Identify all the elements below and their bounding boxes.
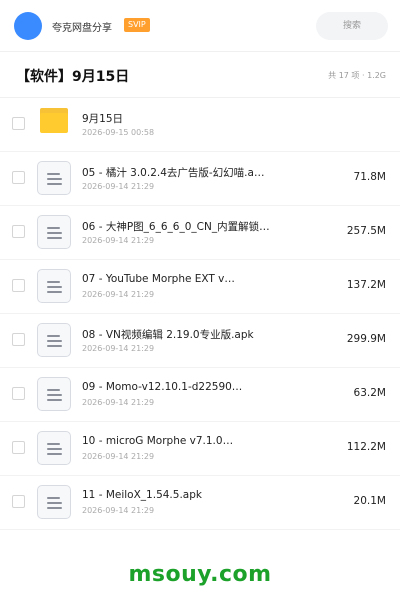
- item-date: 2026-09-14 21:29: [82, 452, 155, 461]
- watermark-text: msouy.com: [128, 562, 272, 587]
- item-size: 112.2M: [346, 441, 386, 453]
- list-item[interactable]: 10 - microG Morphe v7.1.0… 2026-09-14 21…: [0, 422, 400, 476]
- item-name: 10 - microG Morphe v7.1.0…: [82, 435, 234, 447]
- item-size: 20.1M: [353, 495, 386, 507]
- list-item[interactable]: 05 - 橘汁 3.0.2.4去广告版-幻幻喵.a… 2026-09-14 21…: [0, 152, 400, 206]
- user-name: 夸克网盘分享: [52, 23, 112, 34]
- select-checkbox[interactable]: [12, 171, 25, 184]
- list-item-folder[interactable]: 9月15日 2026-09-15 00:58: [0, 98, 400, 152]
- file-list: 9月15日 2026-09-15 00:58 05 - 橘汁 3.0.2.4去广…: [0, 98, 400, 530]
- item-date: 2026-09-14 21:29: [82, 236, 155, 245]
- select-checkbox[interactable]: [12, 279, 25, 292]
- item-name: 07 - YouTube Morphe EXT v…: [82, 273, 235, 285]
- item-size: 299.9M: [346, 333, 386, 345]
- select-checkbox[interactable]: [12, 441, 25, 454]
- item-name: 11 - MeiloX_1.54.5.apk: [82, 489, 202, 501]
- folder-header: 【软件】9月15日 共 17 项 · 1.2G: [0, 52, 400, 98]
- vip-badge: SVIP: [124, 18, 150, 32]
- page-title: 【软件】9月15日: [16, 69, 130, 85]
- item-date: 2026-09-14 21:29: [82, 290, 155, 299]
- item-size: 257.5M: [346, 225, 386, 237]
- select-checkbox[interactable]: [12, 387, 25, 400]
- select-checkbox[interactable]: [12, 333, 25, 346]
- item-date: 2026-09-14 21:29: [82, 182, 155, 191]
- document-icon: [37, 431, 71, 465]
- document-icon: [37, 377, 71, 411]
- item-date: 2026-09-15 00:58: [82, 128, 155, 137]
- list-item[interactable]: 11 - MeiloX_1.54.5.apk 2026-09-14 21:29 …: [0, 476, 400, 530]
- item-size: 137.2M: [346, 279, 386, 291]
- item-size: 71.8M: [353, 171, 386, 183]
- item-date: 2026-09-14 21:29: [82, 398, 155, 407]
- document-icon: [37, 269, 71, 303]
- document-icon: [37, 323, 71, 357]
- document-icon: [37, 215, 71, 249]
- search-button[interactable]: 搜索: [316, 12, 388, 40]
- avatar[interactable]: [14, 12, 42, 40]
- list-item[interactable]: 07 - YouTube Morphe EXT v… 2026-09-14 21…: [0, 260, 400, 314]
- select-checkbox[interactable]: [12, 495, 25, 508]
- list-item[interactable]: 06 - 大神P图_6_6_6_0_CN_内置解锁… 2026-09-14 21…: [0, 206, 400, 260]
- select-checkbox[interactable]: [12, 225, 25, 238]
- top-bar: 夸克网盘分享 SVIP 搜索: [0, 0, 400, 52]
- list-item[interactable]: 09 - Momo-v12.10.1-d22590… 2026-09-14 21…: [0, 368, 400, 422]
- item-name: 05 - 橘汁 3.0.2.4去广告版-幻幻喵.a…: [82, 167, 265, 179]
- item-date: 2026-09-14 21:29: [82, 506, 155, 515]
- document-icon: [37, 485, 71, 519]
- list-item[interactable]: 08 - VN视频编辑 2.19.0专业版.apk 2026-09-14 21:…: [0, 314, 400, 368]
- document-icon: [37, 161, 71, 195]
- item-name: 06 - 大神P图_6_6_6_0_CN_内置解锁…: [82, 221, 270, 233]
- item-size: 63.2M: [353, 387, 386, 399]
- item-name: 9月15日: [82, 113, 124, 125]
- select-checkbox[interactable]: [12, 117, 25, 130]
- item-name: 08 - VN视频编辑 2.19.0专业版.apk: [82, 329, 254, 341]
- item-date: 2026-09-14 21:29: [82, 344, 155, 353]
- folder-summary: 共 17 项 · 1.2G: [328, 71, 386, 80]
- folder-icon: [40, 108, 68, 133]
- item-name: 09 - Momo-v12.10.1-d22590…: [82, 381, 243, 393]
